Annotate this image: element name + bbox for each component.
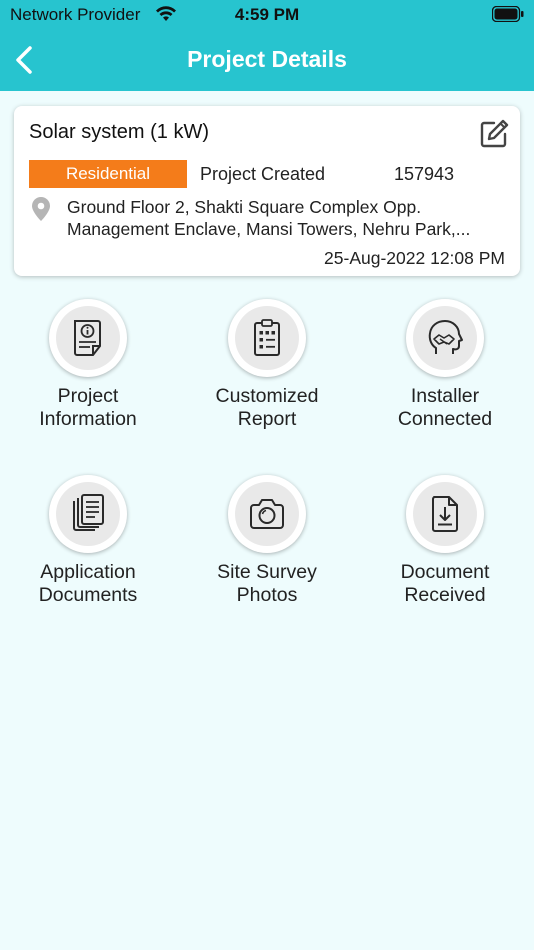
report-checklist-icon (254, 319, 280, 356)
tile-icon-circle (406, 475, 484, 553)
tile-label: Application Documents (0, 561, 177, 607)
tile-label-line-1: Document (400, 561, 490, 583)
tile-application-documents[interactable]: Application Documents (0, 475, 177, 635)
tile-label-line-2: Documents (38, 584, 138, 606)
tile-label-line-1: Customized (215, 385, 319, 407)
tile-label-line-1: Application (40, 561, 136, 583)
tile-document-received[interactable]: Document Received (356, 475, 534, 635)
clock: 4:59 PM (234, 5, 300, 24)
project-status: Project Created (200, 164, 326, 184)
tile-icon-circle (228, 475, 306, 553)
camera-icon (250, 499, 284, 529)
tile-label-line-1: Installer (410, 385, 480, 407)
tile-site-survey-photos[interactable]: Site Survey Photos (178, 475, 356, 635)
tile-label-line-2: Connected (397, 408, 493, 430)
project-address: Ground Floor 2, Shakti Square Complex Op… (67, 196, 507, 240)
address-line-2: Management Enclave, Mansi Towers, Nehru … (67, 219, 471, 239)
tile-customized-report[interactable]: Customized Report (178, 299, 356, 459)
status-bar: Network Provider 4:59 PM (0, 0, 534, 30)
tile-icon-circle (49, 475, 127, 553)
tile-project-information[interactable]: Project Information (0, 299, 177, 459)
download-file-icon (432, 496, 458, 532)
tile-label-line-2: Report (237, 408, 297, 430)
tile-label-line-1: Site Survey (217, 561, 317, 583)
tile-label: Project Information (0, 385, 177, 431)
edit-button[interactable] (478, 118, 510, 150)
tile-icon-circle (406, 299, 484, 377)
address-line-1: Ground Floor 2, Shakti Square Complex Op… (67, 197, 422, 217)
battery-icon (491, 5, 524, 27)
tile-label: Site Survey Photos (178, 561, 356, 607)
handshake-head-icon (428, 320, 463, 354)
edit-icon (480, 119, 509, 148)
documents-stack-icon (73, 494, 104, 531)
tile-installer-connected[interactable]: Installer Connected (356, 299, 534, 459)
project-title: Solar system (1 kW) (29, 121, 210, 143)
tile-label: Installer Connected (356, 385, 534, 431)
tile-label: Customized Report (178, 385, 356, 431)
location-pin-icon (30, 196, 52, 227)
tile-icon-circle (228, 299, 306, 377)
tile-label-line-2: Information (39, 408, 137, 430)
category-badge: Residential (29, 160, 187, 188)
project-card[interactable]: Solar system (1 kW) Residential Project … (14, 106, 520, 276)
project-date: 25-Aug-2022 12:08 PM (324, 248, 505, 268)
info-document-icon (74, 320, 101, 356)
tile-label-line-2: Received (404, 584, 486, 606)
tile-icon-circle (49, 299, 127, 377)
tile-label-line-2: Photos (236, 584, 298, 606)
page-title: Project Details (187, 46, 347, 72)
project-id: 157943 (394, 164, 455, 184)
header-bar: Network Provider 4:59 PM Project Details (0, 0, 534, 91)
tile-label-line-1: Project (57, 385, 119, 407)
tile-label: Document Received (356, 561, 534, 607)
